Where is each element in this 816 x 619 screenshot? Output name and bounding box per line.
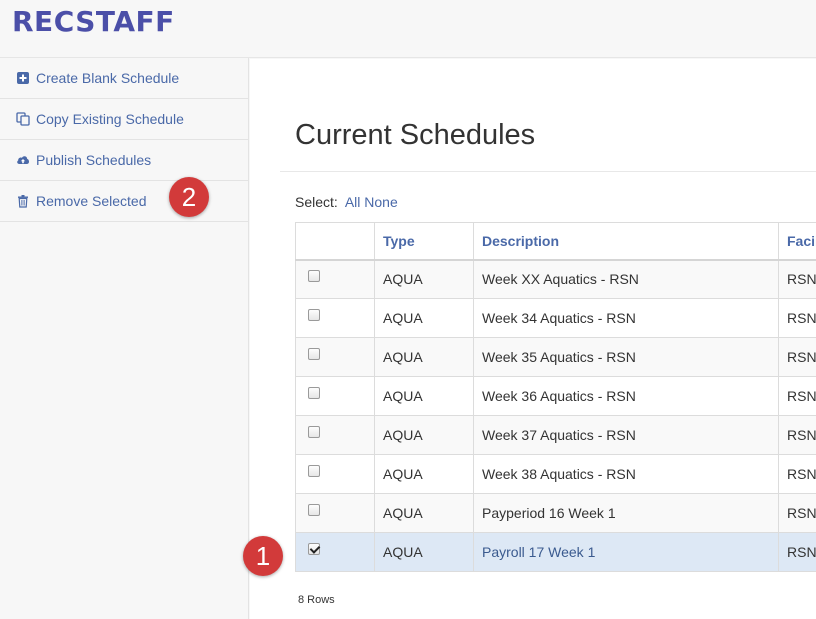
step-2-badge: 2 <box>169 177 209 217</box>
type-cell: AQUA <box>374 298 474 338</box>
row-checkbox[interactable] <box>308 270 320 283</box>
table-row[interactable]: AQUA Week 34 Aquatics - RSN RSN <box>295 298 816 338</box>
table-row[interactable]: AQUA Week 37 Aquatics - RSN RSN <box>295 415 816 455</box>
sidebar: Create Blank Schedule Copy Existing Sche… <box>0 58 249 619</box>
row-checkbox[interactable] <box>308 348 320 360</box>
description-cell: Week 35 Aquatics - RSN <box>473 337 779 377</box>
schedules-table: Type Description Facil AQUA Week XX Aquat… <box>295 222 816 572</box>
description-cell: Week XX Aquatics - RSN <box>473 259 779 299</box>
remove-selected-button[interactable]: Remove Selected <box>0 181 248 222</box>
select-all-link[interactable]: All <box>345 194 361 210</box>
column-header-type[interactable]: Type <box>374 222 474 261</box>
step-1-badge: 1 <box>243 536 283 576</box>
facility-cell: RSN <box>778 298 816 338</box>
page-title: Current Schedules <box>295 119 536 151</box>
table-body: AQUA Week XX Aquatics - RSN RSN AQUA Week 34… <box>295 259 816 572</box>
trash-icon <box>16 194 30 208</box>
row-select-cell <box>295 415 375 455</box>
description-cell: Payroll 17 Week 1 <box>473 532 779 572</box>
type-cell: AQUA <box>374 493 474 533</box>
row-count: 8 Rows <box>298 594 335 606</box>
app-logo[interactable]: RECSTAFF <box>12 5 175 38</box>
table-row[interactable]: AQUA Week 36 Aquatics - RSN RSN <box>295 376 816 416</box>
copy-icon <box>16 112 30 126</box>
row-select-cell <box>295 298 375 338</box>
row-select-cell <box>295 532 375 572</box>
row-select-cell <box>295 493 375 533</box>
row-select-cell <box>295 337 375 377</box>
main-content: Current Schedules Select: All None Type … <box>250 59 816 619</box>
sidebar-item-label: Remove Selected <box>36 193 147 209</box>
row-select-cell <box>295 454 375 494</box>
cloud-upload-icon <box>16 153 30 167</box>
row-checkbox[interactable] <box>308 504 320 516</box>
type-cell: AQUA <box>374 337 474 377</box>
create-blank-schedule-button[interactable]: Create Blank Schedule <box>0 58 248 99</box>
facility-cell: RSN <box>778 415 816 455</box>
row-select-cell <box>295 376 375 416</box>
column-header-description[interactable]: Description <box>473 222 779 261</box>
publish-schedules-button[interactable]: Publish Schedules <box>0 140 248 181</box>
row-checkbox[interactable] <box>308 387 320 399</box>
row-select-cell <box>295 259 375 299</box>
table-row[interactable]: AQUA Week 35 Aquatics - RSN RSN <box>295 337 816 377</box>
sidebar-item-label: Publish Schedules <box>36 152 152 168</box>
row-checkbox[interactable] <box>308 309 320 321</box>
copy-existing-schedule-button[interactable]: Copy Existing Schedule <box>0 99 248 140</box>
sidebar-item-label: Create Blank Schedule <box>36 70 180 86</box>
type-cell: AQUA <box>374 376 474 416</box>
row-checkbox[interactable] <box>308 543 320 555</box>
sidebar-item-label: Copy Existing Schedule <box>36 111 184 127</box>
facility-cell: RSN <box>778 376 816 416</box>
description-cell: Payperiod 16 Week 1 <box>473 493 779 533</box>
title-divider <box>280 171 816 172</box>
plus-square-icon <box>16 71 30 85</box>
type-cell: AQUA <box>374 454 474 494</box>
column-header-select <box>295 222 375 261</box>
row-checkbox[interactable] <box>308 426 320 438</box>
column-header-facility[interactable]: Facil <box>778 222 816 261</box>
app-header: RECSTAFF <box>0 0 816 58</box>
facility-cell: RSN <box>778 493 816 533</box>
type-cell: AQUA <box>374 532 474 572</box>
table-row[interactable]: AQUA Payperiod 16 Week 1 RSN <box>295 493 816 533</box>
select-label: Select: <box>295 194 338 210</box>
facility-cell: RSN <box>778 454 816 494</box>
description-cell: Week 36 Aquatics - RSN <box>473 376 779 416</box>
table-row[interactable]: AQUA Week XX Aquatics - RSN RSN <box>295 259 816 299</box>
select-controls: Select: All None <box>295 194 398 210</box>
table-row[interactable]: AQUA Payroll 17 Week 1 RSN <box>295 532 816 572</box>
table-header-row: Type Description Facil <box>295 222 816 261</box>
row-checkbox[interactable] <box>308 465 320 477</box>
facility-cell: RSN <box>778 259 816 299</box>
select-none-link[interactable]: None <box>364 194 397 210</box>
table-row[interactable]: AQUA Week 38 Aquatics - RSN RSN <box>295 454 816 494</box>
description-cell: Week 38 Aquatics - RSN <box>473 454 779 494</box>
facility-cell: RSN <box>778 532 816 572</box>
description-cell: Week 34 Aquatics - RSN <box>473 298 779 338</box>
type-cell: AQUA <box>374 415 474 455</box>
description-cell: Week 37 Aquatics - RSN <box>473 415 779 455</box>
type-cell: AQUA <box>374 259 474 299</box>
facility-cell: RSN <box>778 337 816 377</box>
